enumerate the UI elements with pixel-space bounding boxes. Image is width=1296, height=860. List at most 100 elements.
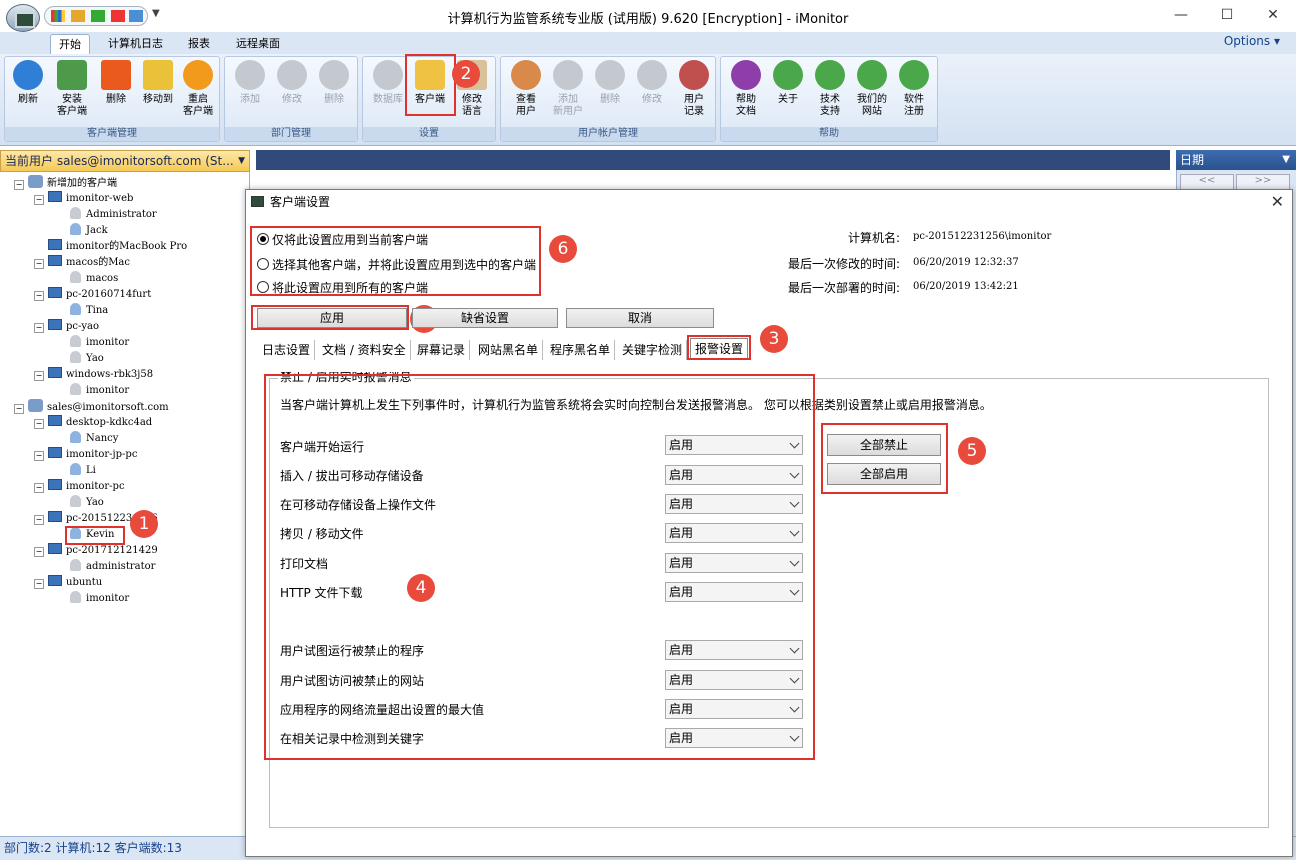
tree-node[interactable]: − pc-20160714furt	[34, 287, 151, 303]
tree-node[interactable]: Li	[70, 463, 96, 479]
tree-node-label: imonitor	[86, 385, 130, 396]
install-label: 安装 客户端	[57, 94, 87, 117]
delete-client-button[interactable]: 删除	[95, 60, 137, 126]
tab-reports[interactable]: 报表	[180, 34, 218, 54]
annotation-badge-4: 4	[407, 574, 435, 602]
tree-node[interactable]: − ubuntu	[34, 575, 102, 591]
about-button[interactable]: 关于	[767, 60, 809, 126]
tree-node[interactable]: macos	[70, 271, 118, 287]
delete-user-button[interactable]: 删除	[589, 60, 631, 126]
tree-node[interactable]: imonitor	[70, 335, 129, 351]
tab-document-security[interactable]: 文档 / 资料安全	[318, 340, 411, 360]
dept-edit-button[interactable]: 修改	[271, 60, 313, 126]
tree-node[interactable]: − sales@imonitorsoft.com	[14, 399, 169, 415]
highlight-apply-scope	[250, 226, 541, 296]
tree-node[interactable]: − desktop-kdkc4ad	[34, 415, 152, 431]
tree-node-label: pc-201712121429	[66, 545, 158, 556]
last-deployed-label: 最后一次部署的时间:	[787, 281, 900, 295]
main-pane-header	[256, 150, 1170, 170]
tree-node[interactable]: imonitor的MacBook Pro	[48, 239, 187, 255]
refresh-button[interactable]: 刷新	[7, 60, 49, 126]
tree-node-label: imonitor	[86, 593, 130, 604]
tree-node[interactable]: − pc-yao	[34, 319, 99, 335]
tree-node[interactable]: − macos的Mac	[34, 255, 130, 271]
user-icon	[70, 495, 81, 507]
help-doc-button[interactable]: 帮助 文档	[725, 60, 767, 126]
default-settings-button[interactable]: 缺省设置	[412, 308, 558, 328]
database-label: 数据库	[373, 94, 403, 105]
highlight-kevin	[65, 526, 125, 545]
our-website-button[interactable]: 我们的 网站	[851, 60, 893, 126]
prev-month-button[interactable]: <<	[1180, 174, 1234, 190]
computer-icon	[48, 287, 62, 298]
tree-node[interactable]: − imonitor-web	[34, 191, 133, 207]
tree-node-label: Nancy	[86, 433, 119, 444]
dialog-title-bar: 客户端设置	[246, 190, 1292, 214]
tree-node[interactable]: Nancy	[70, 431, 118, 447]
options-menu[interactable]: Options ▾	[1224, 34, 1280, 48]
database-button[interactable]: 数据库	[367, 60, 409, 126]
tab-keyword-detection[interactable]: 关键字检测	[618, 340, 688, 360]
highlight-apply-button	[251, 305, 409, 330]
tab-log-settings[interactable]: 日志设置	[258, 340, 316, 360]
tree-node[interactable]: − imonitor-jp-pc	[34, 447, 137, 463]
edit-user-button[interactable]: 修改	[631, 60, 673, 126]
dept-add-button[interactable]: 添加	[229, 60, 271, 126]
tree-node[interactable]: administrator	[70, 559, 155, 575]
tree-node-label: Tina	[86, 305, 109, 316]
tree-node[interactable]: Yao	[70, 495, 104, 511]
group-title-account: 用户帐户管理	[501, 127, 715, 141]
register-button[interactable]: 软件 注册	[893, 60, 935, 126]
maximize-button[interactable]: ☐	[1204, 0, 1250, 32]
minimize-button[interactable]: —	[1158, 0, 1204, 32]
tree-node[interactable]: − pc-201712121429	[34, 543, 158, 559]
view-users-button[interactable]: 查看 用户	[505, 60, 547, 126]
add-user-button[interactable]: 添加 新用户	[547, 60, 589, 126]
tree-node[interactable]: Administrator	[70, 207, 157, 223]
tree-node-label: macos	[86, 273, 119, 284]
dialog-title: 客户端设置	[270, 195, 331, 209]
next-month-button[interactable]: >>	[1236, 174, 1290, 190]
close-window-button[interactable]: ✕	[1250, 0, 1296, 32]
add-icon	[235, 60, 265, 90]
tab-remote-desktop[interactable]: 远程桌面	[228, 34, 288, 54]
user-icon	[70, 431, 81, 443]
current-user-header[interactable]: 当前用户 sales@imonitorsoft.com (St... ▼	[0, 150, 250, 172]
tree-node[interactable]: Yao	[70, 351, 104, 367]
tree-node[interactable]: − 新增加的客户端	[14, 175, 117, 191]
group-icon	[28, 175, 43, 188]
group-title-client: 客户端管理	[5, 127, 219, 141]
move-to-button[interactable]: 移动到	[137, 60, 179, 126]
highlight-bulk-buttons	[821, 423, 948, 494]
tab-screen-record[interactable]: 屏幕记录	[413, 340, 471, 360]
dept-delete-label: 删除	[324, 94, 344, 105]
install-client-button[interactable]: 安装 客户端	[51, 60, 93, 126]
tab-computer-log[interactable]: 计算机日志	[100, 34, 171, 54]
tree-node[interactable]: Tina	[70, 303, 108, 319]
support-label: 技术 支持	[820, 94, 840, 117]
help-icon	[731, 60, 761, 90]
dept-delete-button[interactable]: 删除	[313, 60, 355, 126]
calendar-header[interactable]: 日期 ▼	[1176, 150, 1296, 170]
edit-user-icon	[637, 60, 667, 90]
tree-node[interactable]: − imonitor-pc	[34, 479, 125, 495]
tree-node-label: sales@imonitorsoft.com	[47, 402, 169, 413]
close-icon[interactable]: ✕	[1271, 192, 1284, 211]
computer-icon	[48, 511, 62, 522]
about-label: 关于	[778, 94, 798, 105]
tree-node-label: macos的Mac	[66, 257, 130, 268]
tech-support-button[interactable]: 技术 支持	[809, 60, 851, 126]
tree-node[interactable]: imonitor	[70, 591, 129, 607]
user-icon	[70, 223, 81, 235]
restart-client-button[interactable]: 重启 客户端	[177, 60, 219, 126]
cancel-button[interactable]: 取消	[566, 308, 714, 328]
tab-program-blacklist[interactable]: 程序黑名单	[546, 340, 616, 360]
tree-node[interactable]: imonitor	[70, 383, 129, 399]
tab-start[interactable]: 开始	[50, 34, 90, 54]
user-log-button[interactable]: 用户 记录	[673, 60, 715, 126]
status-text: 部门数:2 计算机:12 客户端数:13	[4, 841, 182, 855]
tab-website-blacklist[interactable]: 网站黑名单	[474, 340, 544, 360]
tree-node[interactable]: Jack	[70, 223, 108, 239]
delete-icon	[101, 60, 131, 90]
tree-node[interactable]: − windows-rbk3j58	[34, 367, 153, 383]
